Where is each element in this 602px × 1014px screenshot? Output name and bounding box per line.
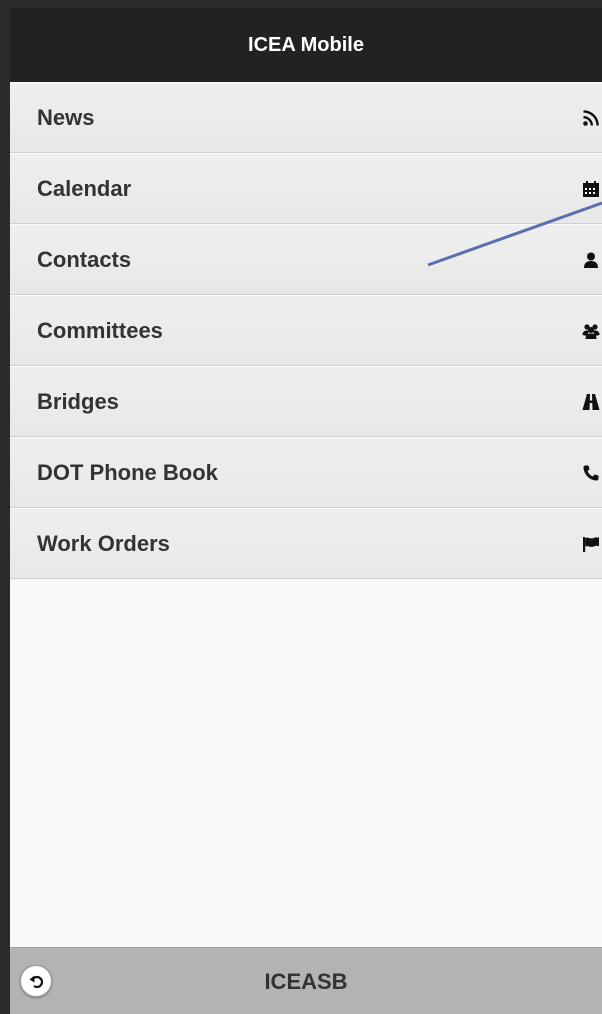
back-icon — [28, 973, 44, 989]
group-icon — [580, 320, 602, 342]
app-footer: ICEASB — [10, 947, 602, 1014]
menu-item-calendar[interactable]: Calendar — [10, 153, 602, 224]
calendar-icon — [580, 178, 602, 200]
road-icon — [580, 391, 602, 413]
footer-title: ICEASB — [264, 968, 348, 994]
flag-icon — [580, 533, 602, 555]
menu-item-committees[interactable]: Committees — [10, 295, 602, 366]
menu-item-contacts[interactable]: Contacts — [10, 224, 602, 295]
menu-item-work-orders[interactable]: Work Orders — [10, 508, 602, 579]
menu-item-label: News — [37, 104, 95, 130]
menu-item-label: DOT Phone Book — [37, 459, 218, 485]
rss-icon — [580, 107, 602, 129]
menu-item-label: Committees — [37, 317, 163, 343]
menu-item-label: Work Orders — [37, 530, 170, 556]
user-icon — [580, 249, 602, 271]
menu-item-label: Contacts — [37, 246, 132, 272]
main-menu: News Calendar Contacts Committees Bridge… — [10, 82, 602, 579]
menu-item-dot-phone-book[interactable]: DOT Phone Book — [10, 437, 602, 508]
menu-item-label: Calendar — [37, 175, 132, 201]
back-button[interactable] — [20, 965, 52, 997]
phone-icon — [580, 462, 602, 484]
app-frame: ICEA Mobile News Calendar Contacts Commi… — [10, 8, 602, 1014]
menu-item-news[interactable]: News — [10, 82, 602, 153]
menu-item-label: Bridges — [37, 388, 119, 414]
app-header: ICEA Mobile — [10, 8, 602, 82]
menu-item-bridges[interactable]: Bridges — [10, 366, 602, 437]
page-title: ICEA Mobile — [248, 33, 364, 56]
